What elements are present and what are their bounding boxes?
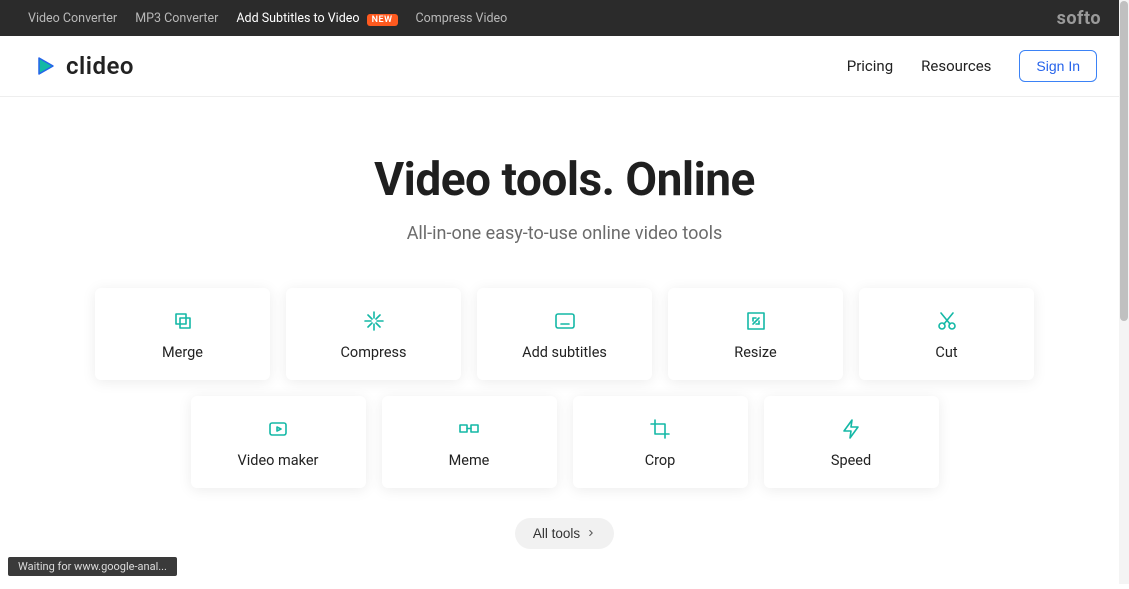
all-tools-button[interactable]: All tools xyxy=(515,518,614,549)
speed-icon xyxy=(838,416,864,442)
meme-icon xyxy=(456,416,482,442)
tool-label: Add subtitles xyxy=(522,344,607,361)
tools-row-2: Video maker Meme Crop Speed xyxy=(95,396,1035,488)
top-network-bar: Video Converter MP3 Converter Add Subtit… xyxy=(0,0,1129,36)
tool-card-speed[interactable]: Speed xyxy=(764,396,939,488)
nav-pricing[interactable]: Pricing xyxy=(847,57,893,75)
topbar-link-mp3-converter[interactable]: MP3 Converter xyxy=(135,11,218,26)
topbar-link-compress-video[interactable]: Compress Video xyxy=(416,11,508,26)
tool-label: Speed xyxy=(831,452,871,469)
tool-card-cut[interactable]: Cut xyxy=(859,288,1034,380)
nav-resources[interactable]: Resources xyxy=(921,57,991,75)
merge-icon xyxy=(170,308,196,334)
videomaker-icon xyxy=(265,416,291,442)
site-header: clideo Pricing Resources Sign In xyxy=(0,36,1129,97)
tool-card-subtitles[interactable]: Add subtitles xyxy=(477,288,652,380)
tool-label: Merge xyxy=(162,344,203,361)
scrollbar-thumb[interactable] xyxy=(1120,1,1128,321)
topbar-link-add-subtitles-label: Add Subtitles to Video xyxy=(236,11,359,26)
browser-status-bar: Waiting for www.google-anal... xyxy=(8,557,177,576)
subtitles-icon xyxy=(552,308,578,334)
topbar-link-video-converter[interactable]: Video Converter xyxy=(28,11,117,26)
tool-card-compress[interactable]: Compress xyxy=(286,288,461,380)
tool-card-crop[interactable]: Crop xyxy=(573,396,748,488)
topbar-link-add-subtitles[interactable]: Add Subtitles to Video NEW xyxy=(236,11,397,26)
page-subtitle: All-in-one easy-to-use online video tool… xyxy=(20,223,1109,244)
tool-card-videomaker[interactable]: Video maker xyxy=(191,396,366,488)
tool-card-meme[interactable]: Meme xyxy=(382,396,557,488)
tool-label: Meme xyxy=(449,452,490,469)
tool-label: Crop xyxy=(645,452,676,469)
logo[interactable]: clideo xyxy=(32,52,134,80)
compress-icon xyxy=(361,308,387,334)
cut-icon xyxy=(934,308,960,334)
tool-label: Resize xyxy=(734,344,776,361)
logo-text: clideo xyxy=(66,52,134,80)
all-tools-label: All tools xyxy=(533,526,580,541)
resize-icon xyxy=(743,308,769,334)
tool-label: Cut xyxy=(935,344,957,361)
crop-icon xyxy=(647,416,673,442)
tool-label: Compress xyxy=(340,344,406,361)
play-logo-icon xyxy=(32,53,58,79)
vertical-scrollbar[interactable] xyxy=(1119,0,1129,584)
hero: Video tools. Online All-in-one easy-to-u… xyxy=(0,97,1129,254)
signin-button[interactable]: Sign In xyxy=(1019,50,1097,82)
softo-brand[interactable]: softo xyxy=(1057,8,1101,29)
new-badge: NEW xyxy=(367,14,398,26)
tool-card-merge[interactable]: Merge xyxy=(95,288,270,380)
tool-card-resize[interactable]: Resize xyxy=(668,288,843,380)
page-title: Video tools. Online xyxy=(20,153,1109,207)
chevron-right-icon xyxy=(586,526,596,541)
tools-row-1: Merge Compress Add subtitles Resize Cut xyxy=(95,288,1035,380)
tool-label: Video maker xyxy=(238,452,319,469)
tools-grid: Merge Compress Add subtitles Resize Cut xyxy=(95,288,1035,488)
